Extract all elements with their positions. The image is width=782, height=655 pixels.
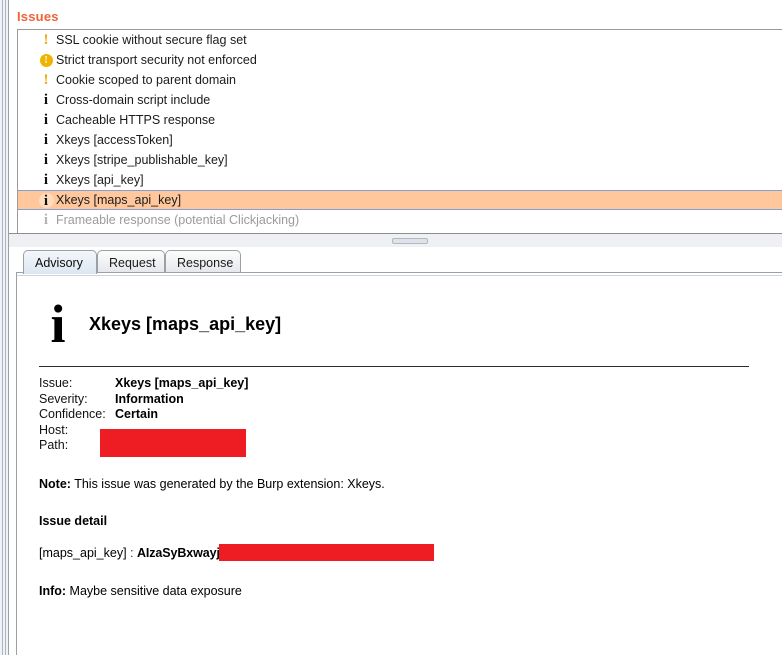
meta-key: Issue: xyxy=(39,376,73,390)
issue-list-item[interactable]: i Xkeys [accessToken] xyxy=(18,130,782,150)
burp-issues-panel: Issues ! SSL cookie without secure flag … xyxy=(0,0,782,655)
tab-request[interactable]: Request xyxy=(97,250,165,274)
info-icon: i xyxy=(43,112,49,128)
issue-list-item[interactable]: ! SSL cookie without secure flag set xyxy=(18,30,782,50)
tab-response-label: Response xyxy=(177,256,234,270)
note-text: This issue was generated by the Burp ext… xyxy=(70,476,385,491)
left-divider-line-2 xyxy=(5,0,6,655)
issue-label: Xkeys [maps_api_key] xyxy=(56,193,182,207)
detail-value: AIzaSyBxwayj xyxy=(136,545,220,560)
tab-advisory-label: Advisory xyxy=(35,256,83,270)
meta-value: Xkeys [maps_api_key] xyxy=(115,376,249,390)
issue-label: Cacheable HTTPS response xyxy=(56,113,216,127)
advisory-header: i Xkeys [maps_api_key] xyxy=(35,296,782,352)
advisory-info: Info: Maybe sensitive data exposure xyxy=(39,583,782,599)
info-icon: i xyxy=(43,92,49,108)
info-icon: i xyxy=(43,172,49,188)
info-text: Maybe sensitive data exposure xyxy=(66,583,242,598)
info-icon: i xyxy=(36,190,56,210)
issue-label: Xkeys [accessToken] xyxy=(56,133,173,147)
advisory-note: Note: This issue was generated by the Bu… xyxy=(39,476,782,492)
issue-list-item[interactable]: ! Cookie scoped to parent domain xyxy=(18,70,782,90)
issue-label: Frameable response (potential Clickjacki… xyxy=(56,213,300,227)
note-label: Note: xyxy=(39,476,71,491)
issue-label: Cross-domain script include xyxy=(56,93,211,107)
meta-row-severity: Severity: Information xyxy=(39,392,248,408)
tab-response[interactable]: Response xyxy=(165,250,241,274)
issue-list-item[interactable]: ! Strict transport security not enforced xyxy=(18,50,782,70)
issue-list-item[interactable]: i Frameable response (potential Clickjac… xyxy=(18,210,782,230)
meta-key: Confidence: xyxy=(39,407,106,422)
issue-list-item[interactable]: i Cross-domain script include xyxy=(18,90,782,110)
tab-advisory[interactable]: Advisory xyxy=(23,250,97,274)
issues-pane: Issues ! SSL cookie without secure flag … xyxy=(9,0,782,235)
meta-key: Severity: xyxy=(39,391,88,406)
info-icon: i xyxy=(50,294,66,354)
info-icon: i xyxy=(43,212,49,228)
issue-label: Xkeys [stripe_publishable_key] xyxy=(56,153,228,167)
info-label: Info: xyxy=(39,583,67,598)
meta-value: Information xyxy=(115,391,184,406)
meta-value: Certain xyxy=(115,407,159,422)
issue-list-item[interactable]: i Cacheable HTTPS response xyxy=(18,110,782,130)
info-icon: i xyxy=(43,152,49,168)
issue-list-item[interactable]: i Xkeys [api_key] xyxy=(18,170,782,190)
issue-label: Strict transport security not enforced xyxy=(56,53,257,67)
issue-label: Cookie scoped to parent domain xyxy=(56,73,236,87)
advisory-detail-panel: i Xkeys [maps_api_key] Issue: Xkeys [map… xyxy=(16,272,782,655)
advisory-detail-content: i Xkeys [maps_api_key] Issue: Xkeys [map… xyxy=(17,275,782,655)
issues-title: Issues xyxy=(17,9,59,24)
info-icon: i xyxy=(43,132,49,148)
detail-separator: : xyxy=(126,545,137,560)
issue-label: SSL cookie without secure flag set xyxy=(56,33,247,47)
splitter-grip-handle[interactable] xyxy=(392,238,428,244)
issue-detail-line: [maps_api_key] : AIzaSyBxwayj xyxy=(39,543,782,561)
tab-request-label: Request xyxy=(109,256,156,270)
warning-exclamation-icon: ! xyxy=(43,72,49,88)
warning-circle-icon: ! xyxy=(36,50,56,70)
meta-row-issue: Issue: Xkeys [maps_api_key] xyxy=(39,376,248,392)
redaction-block-host-path xyxy=(100,429,246,457)
redaction-block-key xyxy=(218,543,434,561)
header-divider xyxy=(39,366,749,367)
issue-label: Xkeys [api_key] xyxy=(56,173,144,187)
issue-list-item-selected[interactable]: i Xkeys [maps_api_key] xyxy=(18,190,782,210)
issue-list-item[interactable]: i Xkeys [stripe_publishable_key] xyxy=(18,150,782,170)
left-divider-line-1 xyxy=(2,0,3,655)
issue-detail-heading: Issue detail xyxy=(39,513,108,528)
detail-tab-strip: Advisory Request Response xyxy=(9,247,782,274)
issues-list[interactable]: ! SSL cookie without secure flag set ! S… xyxy=(17,29,782,235)
detail-key: [maps_api_key] xyxy=(39,545,127,560)
meta-row-confidence: Confidence: Certain xyxy=(39,407,248,423)
warning-exclamation-icon: ! xyxy=(43,32,49,48)
advisory-title: Xkeys [maps_api_key] xyxy=(89,313,282,334)
